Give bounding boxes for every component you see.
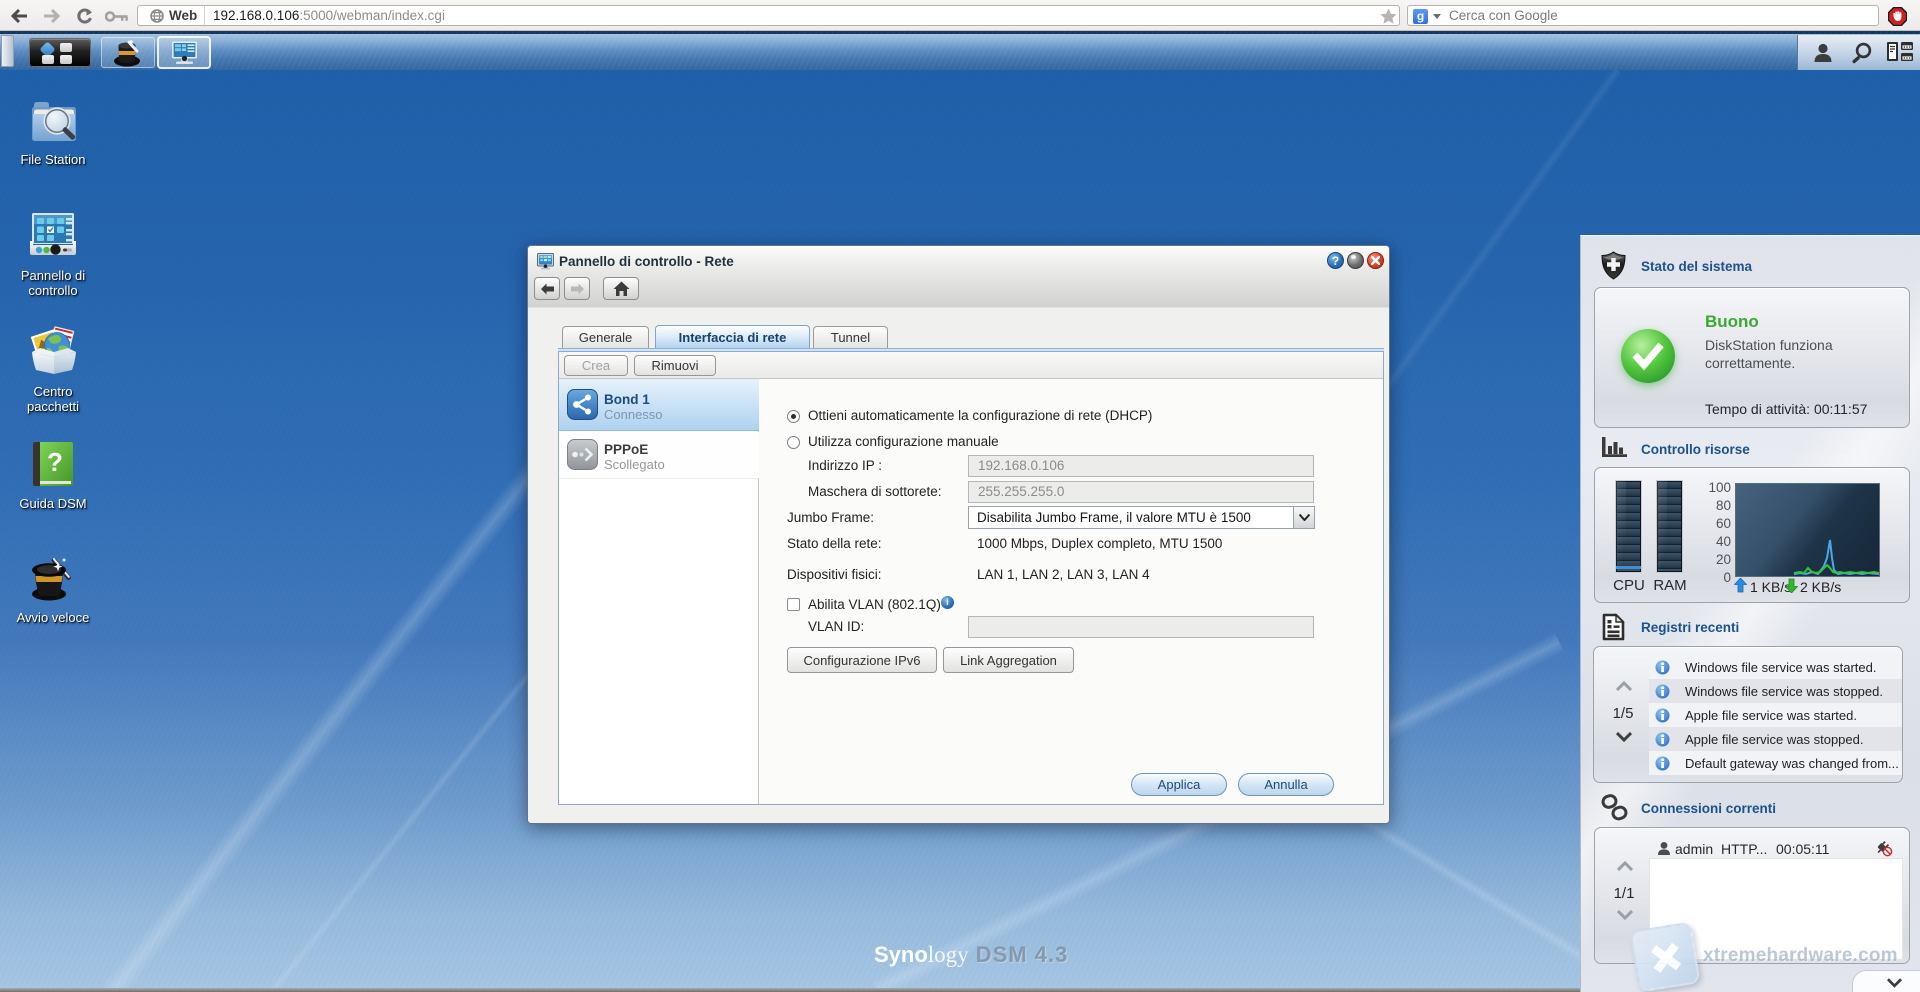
svg-text:?: ? [47,447,63,477]
